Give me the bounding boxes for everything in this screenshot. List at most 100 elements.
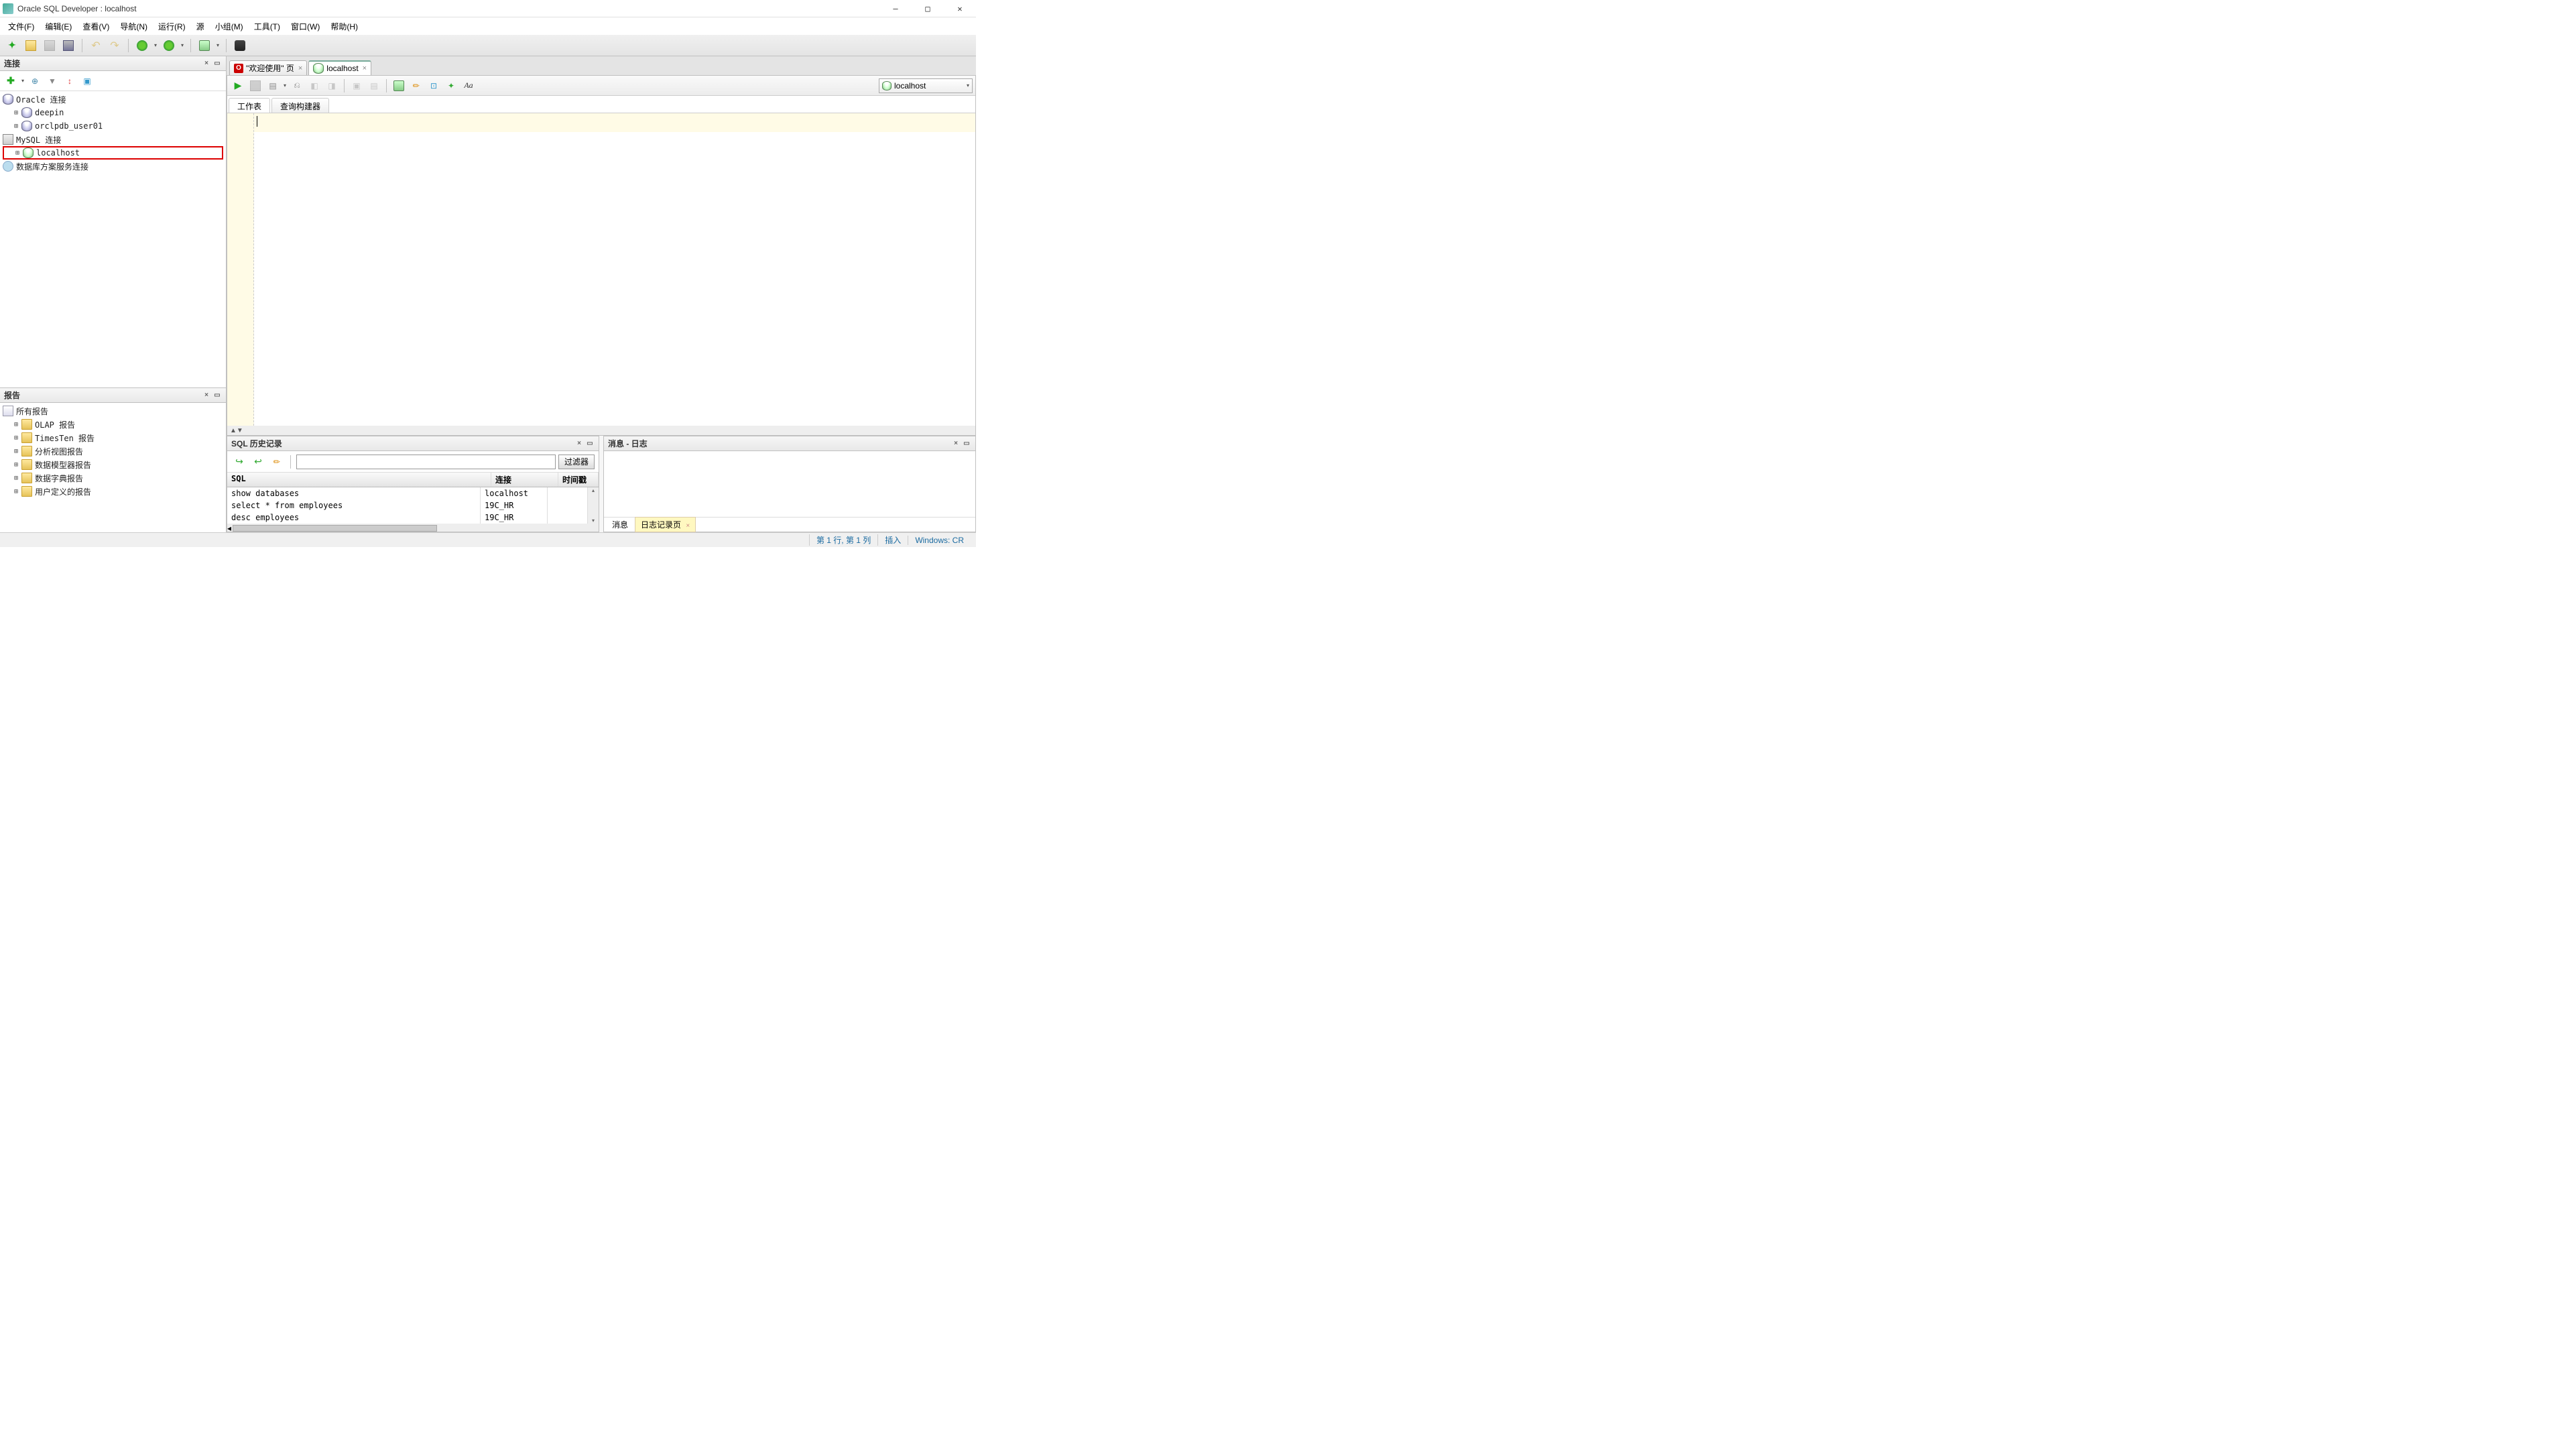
save-all-button[interactable]: [60, 38, 76, 54]
tree-cloud-connections[interactable]: 数据库方案服务连接: [3, 160, 223, 173]
menu-run[interactable]: 运行(R): [153, 18, 191, 35]
panel-close-icon[interactable]: ×: [574, 439, 584, 448]
col-connection[interactable]: 连接: [491, 473, 558, 487]
nav-back-button[interactable]: [134, 38, 150, 54]
menu-navigate[interactable]: 导航(N): [115, 18, 153, 35]
expand-icon[interactable]: ⊞: [12, 434, 20, 442]
col-sql[interactable]: SQL: [227, 473, 491, 487]
refresh-button[interactable]: ⊕: [27, 73, 43, 89]
messages-tabs: 消息 日志记录页 ×: [604, 517, 975, 532]
open-button[interactable]: [23, 38, 39, 54]
resize-handle[interactable]: ▲▼: [227, 426, 975, 435]
expand-icon[interactable]: ⊞: [12, 109, 20, 117]
expand-icon[interactable]: ⊞: [12, 461, 20, 469]
tab-close-icon[interactable]: ×: [686, 522, 690, 530]
menu-team[interactable]: 小组(M): [210, 18, 249, 35]
panel-minimize-icon[interactable]: ▭: [212, 391, 222, 400]
sql-editor[interactable]: [227, 113, 975, 426]
menu-edit[interactable]: 编辑(E): [40, 18, 77, 35]
history-filter-input[interactable]: [296, 455, 556, 469]
panel-minimize-icon[interactable]: ▭: [585, 439, 595, 448]
worksheet-tab[interactable]: 工作表: [229, 98, 270, 113]
nav-forward-dropdown[interactable]: ▾: [180, 38, 185, 54]
completion-button[interactable]: Aa: [461, 78, 477, 94]
history-row[interactable]: show databases localhost: [227, 487, 588, 499]
sql-worksheet-dropdown[interactable]: ▾: [215, 38, 221, 54]
minimize-button[interactable]: —: [887, 2, 904, 15]
nav-forward-button[interactable]: [161, 38, 177, 54]
reports-item[interactable]: ⊞ OLAP 报告: [3, 418, 223, 431]
filter-button[interactable]: ▼: [44, 73, 60, 89]
query-builder-tab[interactable]: 查询构建器: [271, 98, 329, 113]
sql-toolbar: ▶ ▤ ▾ ⎌ ◧ ◨ ▣ ▤ ✎ ⊡ ✦ Aa: [227, 76, 975, 96]
tab-close-icon[interactable]: ×: [363, 64, 367, 72]
tree-oracle-connections[interactable]: Oracle 连接: [3, 93, 223, 106]
reports-root[interactable]: 所有报告: [3, 404, 223, 418]
close-button[interactable]: ✕: [952, 2, 968, 15]
folder-button[interactable]: ▣: [79, 73, 95, 89]
folder-icon: [21, 419, 32, 430]
tab-close-icon[interactable]: ×: [298, 64, 302, 72]
reports-item[interactable]: ⊞ 用户定义的报告: [3, 485, 223, 498]
menu-help[interactable]: 帮助(H): [325, 18, 363, 35]
expand-icon[interactable]: ⊞: [12, 487, 20, 495]
col-timestamp[interactable]: 时间戳: [558, 473, 599, 487]
menu-view[interactable]: 查看(V): [77, 18, 115, 35]
reports-item[interactable]: ⊞ 数据字典报告: [3, 471, 223, 485]
dbms-output-button[interactable]: ⊡: [426, 78, 442, 94]
reports-item[interactable]: ⊞ 分析视图报告: [3, 444, 223, 458]
autotrace-button[interactable]: ⎌: [289, 78, 305, 94]
menu-tools[interactable]: 工具(T): [249, 18, 286, 35]
find-button[interactable]: [232, 38, 248, 54]
history-row[interactable]: desc employees 19C_HR: [227, 511, 588, 524]
maximize-button[interactable]: □: [920, 2, 936, 15]
panel-minimize-icon[interactable]: ▭: [962, 439, 971, 448]
menu-source[interactable]: 源: [191, 18, 210, 35]
menu-window[interactable]: 窗口(W): [286, 18, 325, 35]
sql-worksheet-button[interactable]: [196, 38, 212, 54]
history-filter-button[interactable]: 过滤器: [558, 455, 595, 469]
panel-close-icon[interactable]: ×: [951, 439, 961, 448]
reports-title: 报告: [4, 389, 20, 401]
sql-recall-button[interactable]: [391, 78, 407, 94]
expand-icon[interactable]: ⊞: [12, 420, 20, 428]
tns-button[interactable]: ↕: [62, 73, 78, 89]
panel-close-icon[interactable]: ×: [202, 391, 211, 400]
tab-log[interactable]: 日志记录页 ×: [635, 517, 696, 532]
clear-button[interactable]: ✎: [408, 78, 424, 94]
expand-icon[interactable]: ⊞: [12, 474, 20, 482]
nav-back-dropdown[interactable]: ▾: [153, 38, 158, 54]
run-statement-button[interactable]: ▶: [230, 78, 246, 94]
panel-close-icon[interactable]: ×: [202, 59, 211, 68]
menu-file[interactable]: 文件(F): [3, 18, 40, 35]
tree-mysql-connections[interactable]: MySQL 连接: [3, 133, 223, 146]
new-connection-button[interactable]: ✚: [3, 73, 19, 89]
explain-dropdown[interactable]: ▾: [282, 78, 288, 94]
connection-dropdown[interactable]: localhost ▾: [879, 78, 973, 93]
tree-item-deepin[interactable]: ⊞ deepin: [3, 106, 223, 119]
separator: [290, 455, 291, 469]
reports-item[interactable]: ⊞ TimesTen 报告: [3, 431, 223, 444]
expand-icon[interactable]: ⊞: [12, 447, 20, 455]
history-clear-button[interactable]: ✎: [269, 454, 285, 470]
tab-welcome[interactable]: O "欢迎使用" 页 ×: [229, 60, 307, 75]
panel-minimize-icon[interactable]: ▭: [212, 59, 222, 68]
reports-item[interactable]: ⊞ 数据模型器报告: [3, 458, 223, 471]
editor-body[interactable]: [254, 132, 975, 426]
expand-icon[interactable]: ⊞: [12, 122, 20, 130]
explain-plan-button[interactable]: ▤: [265, 78, 281, 94]
owa-output-button[interactable]: ✦: [443, 78, 459, 94]
horizontal-scrollbar[interactable]: ◂: [227, 524, 599, 532]
tree-item-localhost[interactable]: ⊞ localhost: [3, 146, 223, 160]
vertical-scrollbar[interactable]: ▴▾: [588, 487, 599, 524]
new-button[interactable]: ✦: [4, 38, 20, 54]
tab-messages[interactable]: 消息: [607, 518, 633, 532]
tab-localhost[interactable]: localhost ×: [308, 60, 371, 75]
new-connection-dropdown[interactable]: ▾: [20, 73, 25, 89]
history-row[interactable]: select * from employees 19C_HR: [227, 499, 588, 511]
history-replace-button[interactable]: ↩: [250, 454, 266, 470]
history-append-button[interactable]: ↪: [231, 454, 247, 470]
format-button: ▤: [366, 78, 382, 94]
tree-item-orclpdb[interactable]: ⊞ orclpdb_user01: [3, 119, 223, 133]
expand-icon[interactable]: ⊞: [13, 149, 21, 157]
